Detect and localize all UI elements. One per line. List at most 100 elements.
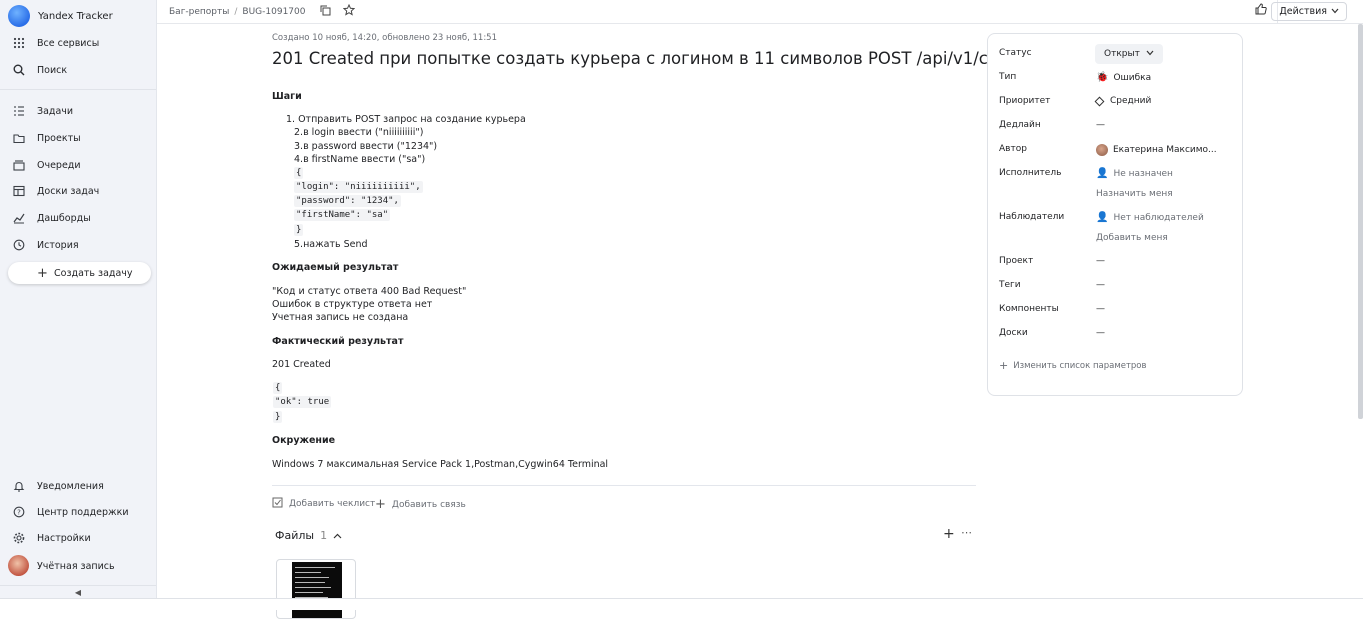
file-thumbnail[interactable] (276, 559, 356, 619)
sidebar-item-support[interactable]: ? Центр поддержки (12, 502, 129, 522)
copy-icon[interactable] (320, 5, 331, 19)
projects-icon (12, 131, 26, 145)
app-logo[interactable] (8, 5, 30, 27)
sidebar-item-search[interactable]: Поиск (12, 60, 67, 80)
assignee-value: Не назначен (1113, 168, 1173, 179)
sidebar-item-label: Уведомления (37, 480, 104, 492)
issue-title[interactable]: 201 Created при попытке создать курьера … (272, 49, 1037, 68)
sidebar-item-queues[interactable]: Очереди (12, 155, 81, 175)
breadcrumb-key[interactable]: BUG-1091700 (242, 7, 305, 17)
expected-heading: Ожидаемый результат (272, 262, 399, 273)
add-me-link[interactable]: Добавить меня (1096, 233, 1168, 243)
code-line: } (273, 411, 283, 423)
svg-text:?: ? (17, 508, 21, 516)
add-file-icon[interactable]: + (943, 526, 955, 542)
chevron-up-icon (333, 529, 342, 542)
boards-value[interactable]: — (1096, 328, 1105, 338)
sidebar-item-label: Поиск (37, 64, 68, 76)
boards-icon (12, 184, 26, 198)
sidebar-item-settings[interactable]: Настройки (12, 528, 91, 548)
edit-params-label: Изменить список параметров (1013, 360, 1147, 371)
scrollbar[interactable] (1358, 24, 1363, 419)
like-icon[interactable] (1255, 3, 1267, 18)
sidebar-item-label: Очереди (37, 159, 81, 171)
sidebar-item-label: Задачи (37, 105, 74, 117)
actions-label: Действия (1279, 6, 1327, 17)
assignee-label: Исполнитель (999, 168, 1062, 178)
type-label: Тип (999, 72, 1017, 82)
sidebar-item-tasks[interactable]: Задачи (12, 101, 73, 121)
issue-params-panel: Статус Открыт Тип 🐞 Ошибка Приоритет Сре… (987, 33, 1243, 396)
add-link-button[interactable]: + Добавить связь (375, 497, 466, 512)
followers-value: Нет наблюдателей (1113, 212, 1204, 223)
files-count: 1 (320, 529, 328, 542)
sidebar: Yandex Tracker Все сервисы Поиск Задачи … (0, 0, 157, 598)
tags-value[interactable]: — (1096, 280, 1105, 290)
add-checklist-button[interactable]: Добавить чеклист (272, 497, 375, 511)
app-name[interactable]: Yandex Tracker (38, 6, 113, 26)
tasks-icon (12, 104, 26, 118)
bottom-bar (0, 598, 1363, 610)
type-value: Ошибка (1113, 72, 1152, 83)
avatar[interactable] (8, 555, 29, 576)
person-icon: 👤 (1096, 212, 1109, 223)
collapse-sidebar-button[interactable]: ◀ (0, 585, 156, 598)
priority-field[interactable]: Средний (1094, 96, 1152, 106)
priority-value: Средний (1110, 96, 1152, 106)
queues-icon (12, 158, 26, 172)
grid-icon (12, 36, 26, 50)
content-divider (272, 485, 976, 486)
terminal-screenshot (292, 562, 342, 618)
sidebar-item-dashboards[interactable]: Дашборды (12, 208, 91, 228)
sidebar-item-label: Все сервисы (37, 37, 100, 49)
step-2: 2.в login ввести ("niiiiiiiiii") (294, 127, 424, 138)
assign-me-link[interactable]: Назначить меня (1096, 189, 1173, 199)
priority-label: Приоритет (999, 96, 1051, 106)
deadline-value[interactable]: — (1096, 120, 1105, 130)
sidebar-item-account[interactable]: Учётная запись (37, 556, 115, 576)
environment-heading: Окружение (272, 435, 336, 446)
plus-icon: + (999, 359, 1009, 372)
status-dropdown[interactable]: Открыт (1095, 44, 1163, 64)
expected-line: Учетная запись не создана (272, 312, 409, 323)
steps-heading: Шаги (272, 91, 302, 102)
files-header[interactable]: Файлы 1 (275, 529, 342, 542)
type-field[interactable]: 🐞 Ошибка (1096, 72, 1151, 83)
followers-field[interactable]: 👤 Нет наблюдателей (1096, 212, 1204, 223)
add-link-label: Добавить связь (391, 499, 466, 510)
sidebar-item-label: Центр поддержки (37, 506, 129, 518)
sidebar-item-all-services[interactable]: Все сервисы (12, 33, 99, 53)
files-label: Файлы (275, 529, 315, 542)
sidebar-item-history[interactable]: История (12, 235, 79, 255)
code-line: "login": "niiiiiiiiii", (294, 181, 423, 193)
person-icon: 👤 (1096, 168, 1109, 179)
breadcrumb-queue[interactable]: Баг-репорты (169, 7, 229, 17)
create-task-button[interactable]: + Создать задачу (8, 262, 151, 284)
tags-label: Теги (999, 280, 1021, 290)
sidebar-item-projects[interactable]: Проекты (12, 128, 81, 148)
code-line: "firstName": "sa" (294, 209, 391, 221)
history-icon (12, 238, 26, 252)
code-line: "ok": true (273, 396, 332, 408)
gear-icon (12, 531, 26, 545)
assignee-field[interactable]: 👤 Не назначен (1096, 168, 1173, 179)
author-field[interactable]: Екатерина Максимо... (1096, 144, 1217, 156)
code-line: { (273, 382, 283, 394)
avatar (1096, 144, 1108, 156)
code-line: } (294, 224, 304, 236)
actions-button[interactable]: Действия (1271, 2, 1347, 21)
project-label: Проект (999, 256, 1034, 266)
edit-params-button[interactable]: + Изменить список параметров (999, 359, 1147, 372)
code-line: "password": "1234", (294, 195, 401, 207)
components-value[interactable]: — (1096, 304, 1105, 314)
sidebar-item-boards[interactable]: Доски задач (12, 181, 99, 201)
plus-icon: + (37, 265, 48, 281)
star-icon[interactable] (342, 3, 355, 19)
expected-line: Ошибок в структуре ответа нет (272, 299, 433, 310)
chevron-down-icon (1146, 49, 1154, 59)
sidebar-item-notifications[interactable]: Уведомления (12, 476, 104, 496)
more-icon[interactable]: ⋯ (961, 526, 972, 539)
checkbox-icon (272, 497, 283, 511)
project-value[interactable]: — (1096, 256, 1105, 266)
header: Баг-репорты / BUG-1091700 (157, 0, 1363, 24)
